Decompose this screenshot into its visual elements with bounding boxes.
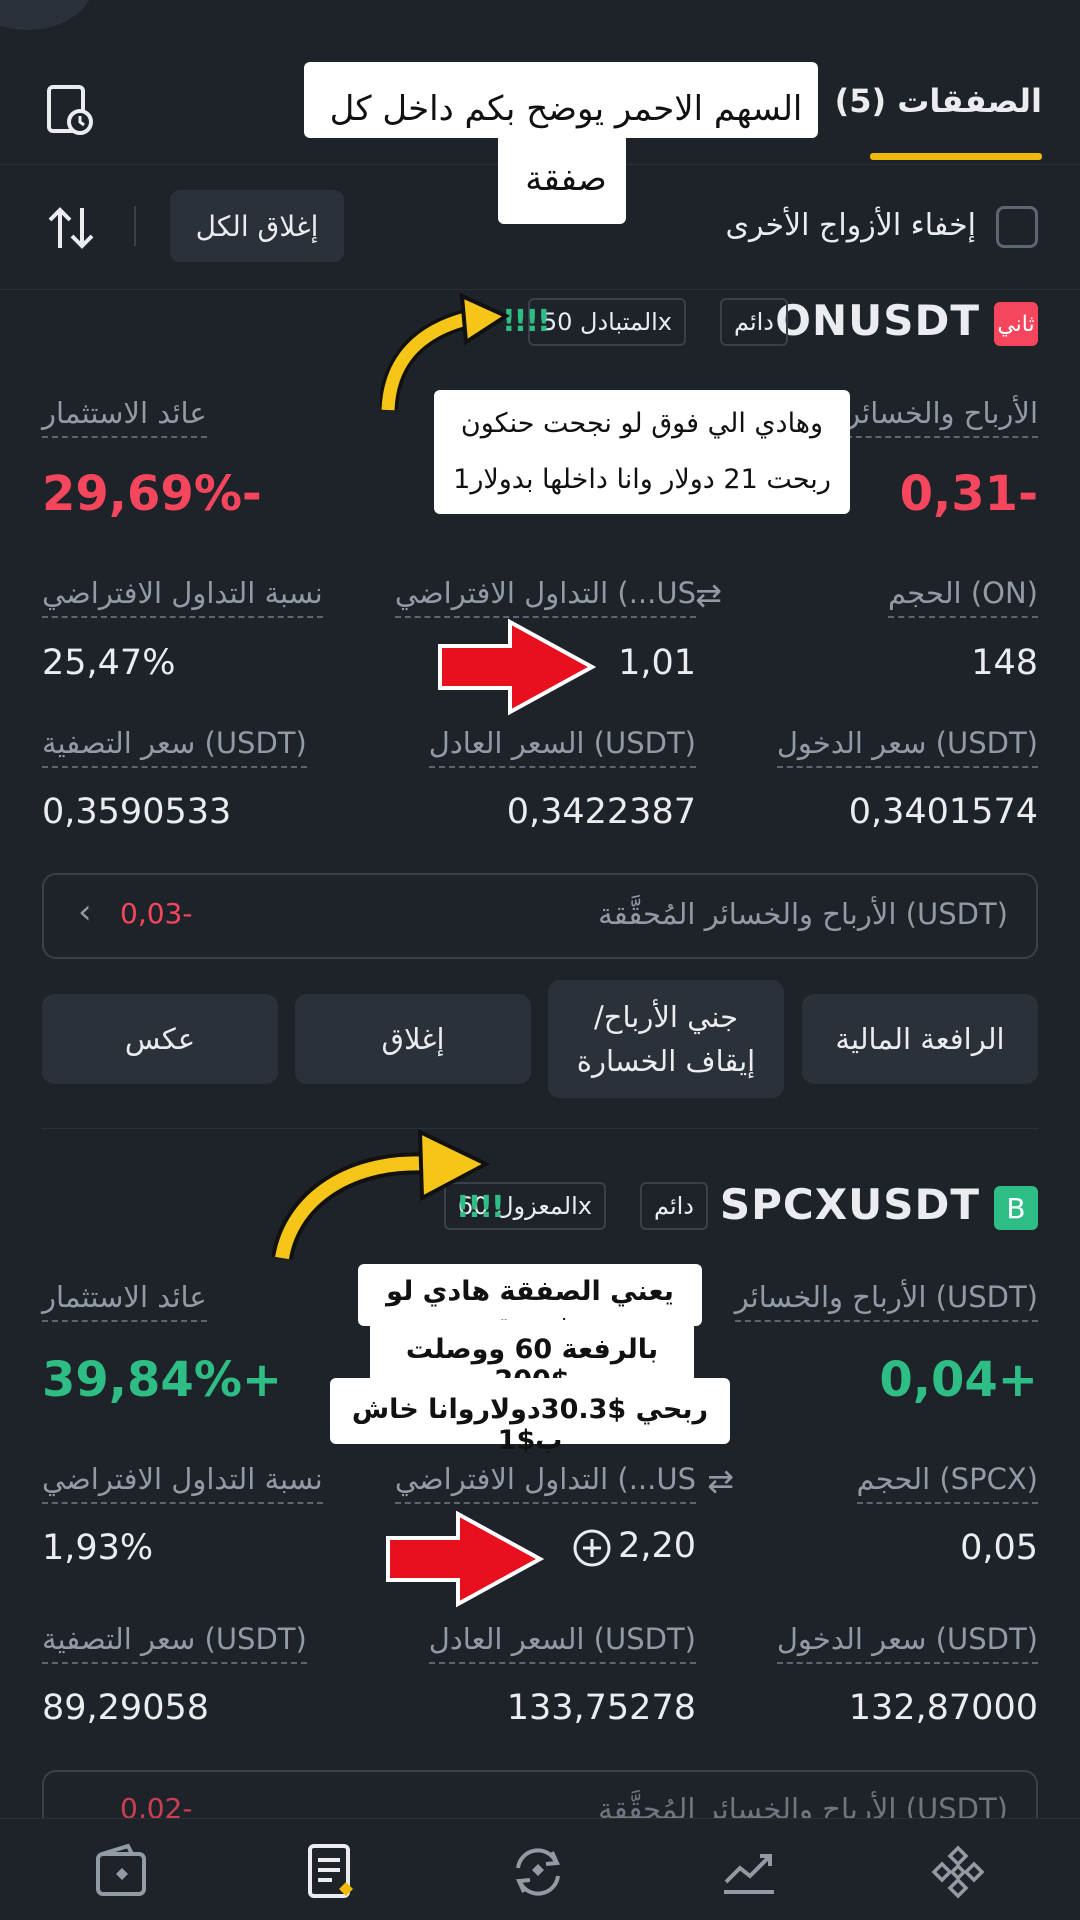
swap-icon[interactable]: ⇄ bbox=[695, 576, 722, 614]
wallet-icon[interactable] bbox=[92, 1842, 152, 1902]
tab-positions[interactable]: الصفقات (5) bbox=[835, 82, 1042, 120]
yellow-arrow-annotation bbox=[272, 1128, 491, 1261]
chart-icon[interactable] bbox=[718, 1842, 778, 1902]
red-arrow-annotation bbox=[386, 1510, 544, 1608]
mark-price-label: السعر العادل (USDT) bbox=[428, 726, 696, 768]
liquidation-price-value: 0,3590533 bbox=[42, 792, 232, 832]
mark-price-label: السعر العادل (USDT) bbox=[428, 1622, 696, 1664]
orders-icon[interactable] bbox=[302, 1842, 362, 1902]
size-value: 148 bbox=[971, 643, 1038, 683]
margin-ratio-value: 1,93% bbox=[42, 1528, 154, 1568]
margin-label: التداول الافتراضي (...US bbox=[394, 1462, 696, 1504]
toolbar-divider bbox=[134, 206, 136, 246]
hide-other-pairs-label: إخفاء الأزواج الأخرى bbox=[725, 208, 976, 243]
entry-price-label: سعر الدخول (USDT) bbox=[776, 1622, 1038, 1664]
history-icon[interactable] bbox=[46, 84, 94, 136]
binance-icon[interactable] bbox=[928, 1842, 988, 1902]
margin-value: 2,20 bbox=[618, 1526, 696, 1566]
tab-underline bbox=[870, 153, 1042, 160]
liquidation-price-label: سعر التصفية (USDT) bbox=[42, 1622, 307, 1664]
position-symbol[interactable]: ONUSDT bbox=[775, 296, 980, 345]
entry-price-value: 0,3401574 bbox=[848, 792, 1038, 832]
margin-label: التداول الافتراضي (...US bbox=[394, 576, 696, 618]
pnl-label: الأرباح والخسائر bbox=[846, 396, 1038, 438]
chevron-left-icon: ‹ bbox=[78, 892, 92, 932]
annotation-note-1-text: وهادي الي فوق لو نجحت حنكون ربحت 21 دولا… bbox=[453, 408, 831, 495]
close-all-button[interactable]: إغلاق الكل bbox=[170, 190, 344, 262]
size-value: 0,05 bbox=[960, 1528, 1038, 1568]
pnl-value: 0,04+ bbox=[879, 1352, 1038, 1408]
size-label: الحجم (ON) bbox=[887, 576, 1038, 618]
margin-value: 1,01 bbox=[618, 643, 696, 683]
realized-pnl-label: الأرباح والخسائر المُحقَّقة (USDT) bbox=[598, 897, 1008, 931]
position-symbol[interactable]: SPCXUSDT bbox=[720, 1180, 980, 1229]
entry-price-label: سعر الدخول (USDT) bbox=[776, 726, 1038, 768]
pnl-value: 0,31- bbox=[899, 466, 1038, 522]
reverse-position-button[interactable]: عكس bbox=[42, 994, 278, 1084]
margin-ratio-label: نسبة التداول الافتراضي bbox=[42, 1462, 323, 1504]
swap-icon[interactable]: ⇄ bbox=[707, 1462, 734, 1500]
mark-price-value: 133,75278 bbox=[506, 1688, 696, 1728]
roi-value: 39,84%+ bbox=[42, 1352, 283, 1408]
convert-icon[interactable] bbox=[508, 1842, 568, 1902]
position-side-badge: B bbox=[994, 1186, 1038, 1230]
margin-ratio-value: 25,47% bbox=[42, 643, 176, 683]
annotation-note-2-text-3: ربحي $30.3دولاروانا خاش ب$1 bbox=[351, 1394, 709, 1456]
tp-sl-button[interactable]: جني الأرباح/ إيقاف الخسارة bbox=[548, 980, 784, 1098]
liquidation-price-label: سعر التصفية (USDT) bbox=[42, 726, 307, 768]
hide-other-pairs-checkbox[interactable] bbox=[996, 206, 1038, 248]
red-arrow-annotation bbox=[438, 618, 596, 716]
position-type-tag: دائم bbox=[719, 298, 788, 346]
leverage-button[interactable]: الرافعة المالية bbox=[802, 994, 1038, 1084]
size-label: الحجم (SPCX) bbox=[856, 1462, 1038, 1504]
position-type-tag: دائم bbox=[639, 1182, 708, 1230]
roi-value: 29,69%- bbox=[42, 466, 262, 522]
add-margin-icon[interactable] bbox=[572, 1528, 612, 1568]
margin-ratio-label: نسبة التداول الافتراضي bbox=[42, 576, 323, 618]
margin-mode-tag[interactable]: المتبادل 50x bbox=[527, 298, 686, 346]
realized-pnl-value: 0,03- bbox=[120, 897, 193, 930]
liquidation-price-value: 89,29058 bbox=[42, 1688, 210, 1728]
position-divider bbox=[42, 1128, 1038, 1129]
roi-label: عائد الاستثمار bbox=[42, 396, 207, 438]
pnl-label: الأرباح والخسائر (USDT) bbox=[734, 1280, 1038, 1322]
sort-arrows-icon[interactable] bbox=[46, 204, 96, 252]
close-position-button[interactable]: إغلاق bbox=[295, 994, 531, 1084]
entry-price-value: 132,87000 bbox=[848, 1688, 1038, 1728]
mark-price-value: 0,3422387 bbox=[506, 792, 696, 832]
position-side-badge: ثاني bbox=[994, 302, 1038, 346]
roi-label: عائد الاستثمار bbox=[42, 1280, 207, 1322]
